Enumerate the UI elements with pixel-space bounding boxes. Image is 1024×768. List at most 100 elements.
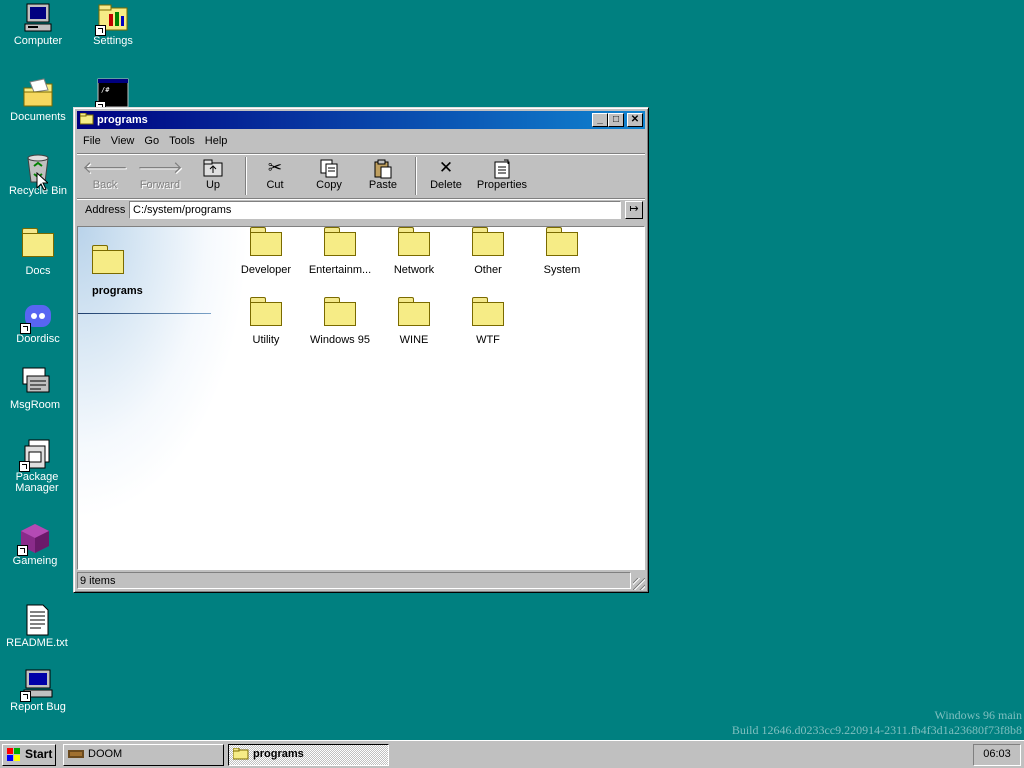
- desktop-icon-label: Package Manager: [15, 471, 59, 494]
- desktop-icon-label: Report Bug: [10, 701, 66, 713]
- system-tray-clock[interactable]: 06:03: [973, 744, 1021, 766]
- desktop-icon-report-bug[interactable]: Report Bug: [0, 668, 76, 713]
- desktop-icon-label: Settings: [93, 35, 133, 47]
- folder-view[interactable]: programs Developer Entertainm... Network…: [77, 226, 645, 570]
- properties-button[interactable]: Properties: [472, 155, 532, 197]
- doom-icon: [68, 750, 84, 758]
- properties-icon: [472, 157, 532, 179]
- taskbar-item-doom[interactable]: DOOM: [63, 744, 224, 766]
- menu-go[interactable]: Go: [139, 132, 164, 150]
- folder-item-entertainment[interactable]: Entertainm...: [304, 227, 376, 276]
- folder-item-utility[interactable]: Utility: [230, 297, 302, 346]
- desktop-icon-documents[interactable]: Documents: [0, 78, 76, 123]
- desktop-icon-readme[interactable]: README.txt: [0, 604, 75, 649]
- folder-item-developer[interactable]: Developer: [230, 227, 302, 276]
- menu-view[interactable]: View: [106, 132, 140, 150]
- desktop-icon-label: Gameing: [12, 555, 58, 567]
- folder-item-other[interactable]: Other: [452, 227, 524, 276]
- build-watermark-line1: Windows 96 main: [934, 708, 1022, 722]
- folder-icon: [324, 297, 356, 326]
- paste-button[interactable]: Paste: [357, 155, 409, 197]
- msgroom-icon: [19, 366, 51, 398]
- desktop-icon-computer[interactable]: Computer: [0, 2, 76, 47]
- folder-item-label: Entertainm...: [308, 264, 372, 276]
- folder-item-wine[interactable]: WINE: [378, 297, 450, 346]
- mouse-cursor-icon: [36, 172, 48, 191]
- folder-item-label: WINE: [399, 334, 429, 346]
- folder-icon: [80, 113, 94, 125]
- cut-button[interactable]: ✂ Cut: [249, 155, 301, 197]
- folder-item-label: Other: [474, 264, 502, 276]
- close-button[interactable]: ✕: [627, 113, 643, 127]
- copy-label: Copy: [316, 179, 342, 191]
- properties-label: Properties: [476, 179, 528, 191]
- documents-icon: [22, 78, 54, 110]
- paste-label: Paste: [368, 179, 398, 191]
- address-bar: Address C:/system/programs ↦: [77, 200, 645, 222]
- address-label: Address: [85, 204, 126, 216]
- forward-button[interactable]: 🡒 Forward: [132, 155, 188, 197]
- toolbar: 🡐 Back 🡒 Forward Up ✂ Cut Copy Paste ✕ D…: [77, 155, 645, 197]
- menu-file[interactable]: File: [78, 132, 106, 150]
- explorer-window[interactable]: programs _ □ ✕ File View Go Tools Help 🡐 Bac…: [73, 107, 649, 593]
- folder-item-windows-95[interactable]: Windows 95: [304, 297, 376, 346]
- folder-icon: [472, 297, 504, 326]
- desktop-icon-label: Computer: [13, 35, 63, 47]
- cut-label: Cut: [266, 179, 284, 191]
- shortcut-arrow-icon: [20, 691, 31, 702]
- folder-item-label: Utility: [252, 334, 280, 346]
- computer-icon: [22, 2, 54, 34]
- folder-icon: [472, 227, 504, 256]
- desktop-icon-label: Documents: [10, 111, 66, 123]
- folder-item-system[interactable]: System: [526, 227, 598, 276]
- up-label: Up: [205, 179, 221, 191]
- shortcut-arrow-icon: [17, 545, 28, 556]
- start-button[interactable]: Start: [2, 744, 56, 766]
- taskbar-item-programs[interactable]: programs: [228, 744, 389, 766]
- folder-large-icon: [92, 243, 124, 274]
- folder-info-pane: programs: [78, 227, 278, 569]
- menu-tools[interactable]: Tools: [164, 132, 200, 150]
- folder-item-network[interactable]: Network: [378, 227, 450, 276]
- minimize-button[interactable]: _: [592, 113, 608, 127]
- start-label: Start: [25, 747, 53, 761]
- desktop-icon-package-manager[interactable]: Package Manager: [0, 438, 75, 494]
- status-bar: 9 items: [77, 572, 645, 590]
- delete-button[interactable]: ✕ Delete: [420, 155, 472, 197]
- toolbar-separator: [415, 157, 417, 195]
- shortcut-arrow-icon: [19, 461, 30, 472]
- folder-item-label: WTF: [476, 334, 500, 346]
- folder-item-label: Network: [393, 264, 435, 276]
- copy-icon: [303, 157, 355, 179]
- taskbar-item-label: programs: [253, 748, 304, 760]
- shortcut-arrow-icon: [95, 25, 106, 36]
- desktop-icon-docs[interactable]: Docs: [0, 226, 76, 277]
- forward-arrow-icon: 🡒: [137, 158, 183, 177]
- package-manager-icon: [19, 438, 53, 472]
- desktop-icon-doordisc[interactable]: Doordisc: [0, 300, 76, 345]
- menu-help[interactable]: Help: [200, 132, 233, 150]
- address-input[interactable]: C:/system/programs: [129, 201, 621, 219]
- go-button[interactable]: ↦: [625, 201, 643, 219]
- forward-label: Forward: [139, 179, 181, 191]
- back-label: Back: [92, 179, 118, 191]
- folder-item-label: Developer: [240, 264, 292, 276]
- copy-button[interactable]: Copy: [303, 155, 355, 197]
- folder-item-wtf[interactable]: WTF: [452, 297, 524, 346]
- window-title: programs: [97, 114, 148, 126]
- gameing-icon: [17, 522, 51, 556]
- taskbar-item-label: DOOM: [88, 748, 123, 760]
- desktop-icon-gameing[interactable]: Gameing: [0, 522, 73, 567]
- up-button[interactable]: Up: [187, 155, 239, 197]
- desktop-icon-label: Docs: [25, 265, 51, 277]
- desktop-icon-label: MsgRoom: [9, 399, 61, 411]
- window-titlebar[interactable]: programs _ □ ✕: [77, 111, 645, 129]
- maximize-button[interactable]: □: [608, 113, 624, 127]
- desktop-icon-settings[interactable]: Settings: [75, 2, 151, 47]
- folder-item-label: Windows 95: [310, 334, 370, 346]
- scissors-icon: ✂: [267, 158, 283, 177]
- delete-x-icon: ✕: [438, 158, 454, 177]
- desktop-icon-msgroom[interactable]: MsgRoom: [0, 366, 73, 411]
- back-button[interactable]: 🡐 Back: [79, 155, 131, 197]
- resize-grip-icon[interactable]: [633, 578, 645, 590]
